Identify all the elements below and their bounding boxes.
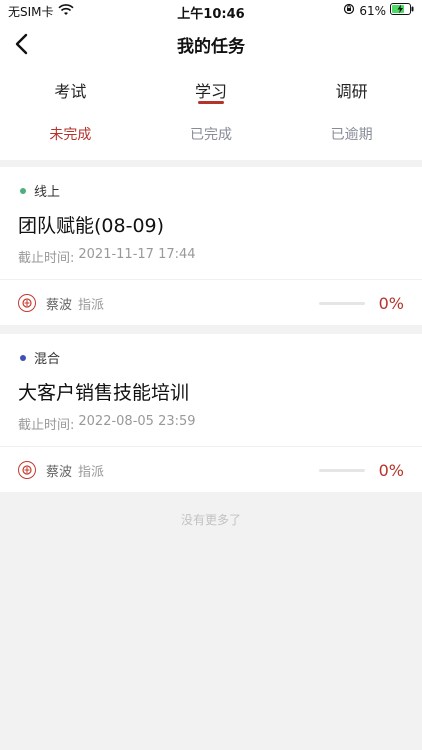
task-type: 线上: [20, 181, 60, 200]
task-title: 团队赋能(08-09): [18, 215, 165, 237]
tab-survey[interactable]: 调研: [281, 70, 422, 110]
tab-study[interactable]: 学习: [141, 70, 282, 110]
filter-incomplete[interactable]: 未完成: [0, 116, 141, 148]
status-right: 61%: [343, 3, 414, 18]
task-card[interactable]: 线上 团队赋能(08-09) 截止时间: 2021-11-17 17:44 蔡波…: [0, 167, 422, 325]
status-filter-tabs: 未完成 已完成 已逾期: [0, 116, 422, 148]
tab-label: 学习: [195, 82, 228, 101]
deadline-value: 2021-11-17 17:44: [78, 247, 196, 262]
deadline-label: 截止时间:: [18, 251, 75, 266]
task-card[interactable]: 混合 大客户销售技能培训 截止时间: 2022-08-05 23:59 蔡波 指…: [0, 334, 422, 492]
nav-bar: 我的任务: [0, 22, 422, 66]
task-deadline: 截止时间: 2022-08-05 23:59: [18, 414, 196, 433]
tab-label: 考试: [54, 82, 87, 101]
avatar: [18, 461, 36, 479]
task-footer: 蔡波 指派 0%: [18, 291, 404, 315]
divider: [0, 279, 422, 280]
active-tab-indicator: [198, 101, 224, 104]
assigner-name: 蔡波: [46, 297, 73, 313]
blended-dot-icon: [20, 354, 26, 361]
progress-text: 0%: [378, 293, 404, 313]
task-deadline: 截止时间: 2021-11-17 17:44: [18, 247, 196, 266]
header-area: 无SIM卡 上午10:46 61% 我的任务 考试 学习 调研 未完成 已完成 …: [0, 0, 422, 160]
task-title: 大客户销售技能培训: [18, 382, 190, 404]
task-type-label: 线上: [34, 185, 61, 200]
progress-bar: [318, 301, 365, 305]
filter-completed[interactable]: 已完成: [141, 116, 282, 148]
divider: [0, 446, 422, 447]
end-of-list-text: 没有更多了: [180, 513, 241, 527]
page-title: 我的任务: [177, 37, 245, 57]
avatar-logo-icon: [22, 465, 32, 475]
filter-overdue[interactable]: 已逾期: [281, 116, 422, 148]
deadline-value: 2022-08-05 23:59: [78, 414, 196, 429]
assign-label: 指派: [78, 297, 105, 313]
task-footer: 蔡波 指派 0%: [18, 458, 404, 482]
avatar: [18, 294, 36, 312]
task-type-label: 混合: [34, 352, 61, 367]
progress-text: 0%: [378, 460, 404, 480]
main-tabs: 考试 学习 调研: [0, 70, 422, 110]
tab-label: 调研: [335, 82, 368, 101]
status-bar: 无SIM卡 上午10:46 61%: [0, 0, 422, 22]
online-dot-icon: [20, 187, 26, 194]
tab-exam[interactable]: 考试: [0, 70, 141, 110]
battery-charging-icon: [390, 3, 414, 18]
progress-bar: [318, 468, 365, 472]
deadline-label: 截止时间:: [18, 418, 75, 433]
assign-label: 指派: [78, 464, 105, 480]
battery-percent: 61%: [359, 3, 386, 18]
task-type: 混合: [20, 348, 60, 367]
orientation-lock-icon: [343, 3, 355, 18]
assigner-name: 蔡波: [46, 464, 73, 480]
avatar-logo-icon: [22, 298, 32, 308]
